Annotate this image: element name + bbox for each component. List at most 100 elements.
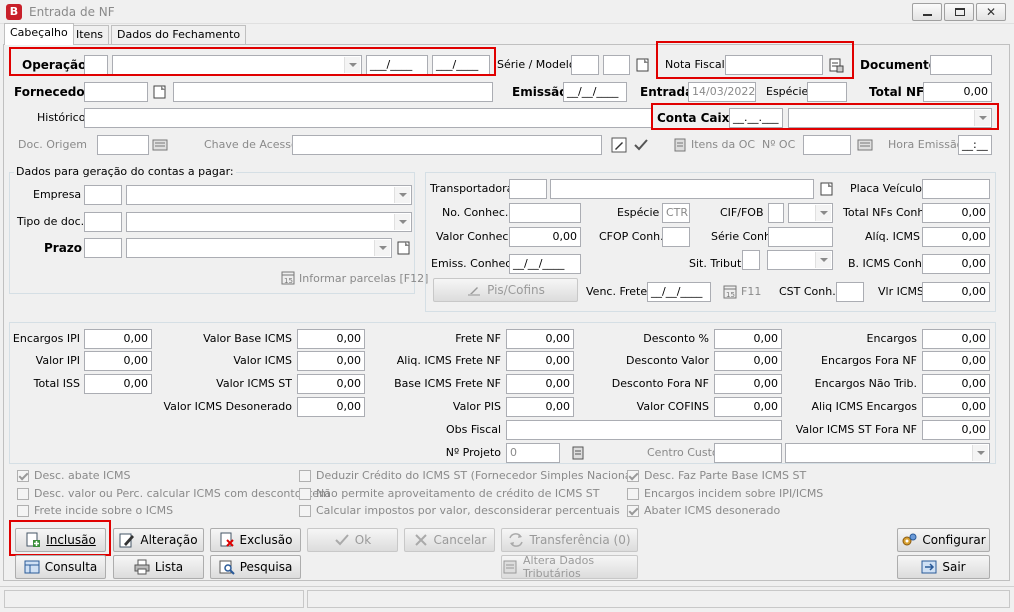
edit-icon[interactable]: [611, 137, 627, 153]
check-icon[interactable]: [633, 137, 649, 153]
b-icms-conh-input[interactable]: 0,00: [922, 254, 990, 274]
valor-icms-st-input[interactable]: 0,00: [297, 374, 365, 394]
checkbox-encargos-incidem[interactable]: Encargos incidem sobre IPI/ICMS: [627, 487, 823, 500]
especie-input[interactable]: [807, 82, 847, 102]
entrada-input[interactable]: 14/03/2022: [688, 82, 756, 102]
encargos-nao-trib-input[interactable]: 0,00: [922, 374, 990, 394]
emissao-input[interactable]: __/__/____: [563, 82, 627, 102]
encargos-input[interactable]: 0,00: [922, 329, 990, 349]
transportadora-name-input[interactable]: [550, 179, 814, 199]
informar-parcelas-label[interactable]: Informar parcelas [F12]: [299, 272, 428, 286]
pesquisa-button[interactable]: Pesquisa: [210, 555, 301, 579]
n-oc-lookup-icon[interactable]: [857, 137, 873, 153]
valor-icms-st-fora-nf-input[interactable]: 0,00: [922, 420, 990, 440]
valor-conhec-input[interactable]: 0,00: [509, 227, 581, 247]
centro-custo-combo[interactable]: [785, 443, 990, 463]
sit-tribut-combo[interactable]: [767, 250, 833, 270]
serie-input[interactable]: [571, 55, 599, 75]
doc-origem-input[interactable]: [97, 135, 149, 155]
encargos-fora-nf-input[interactable]: 0,00: [922, 351, 990, 371]
cst-conh-input[interactable]: [836, 282, 864, 302]
checkbox-deduzir-credito[interactable]: Deduzir Crédito do ICMS ST (Fornecedor S…: [299, 469, 639, 482]
n-oc-input[interactable]: [803, 135, 851, 155]
fornecedor-code-input[interactable]: [84, 82, 148, 102]
close-button[interactable]: ✕: [976, 3, 1006, 21]
transportadora-lookup-icon[interactable]: [819, 181, 835, 197]
tipo-doc-combo[interactable]: [126, 212, 412, 232]
note-icon[interactable]: [635, 57, 651, 73]
projeto-lookup-icon[interactable]: [570, 445, 586, 461]
checkbox-nao-permite-credito[interactable]: Não permite aproveitamento de crédito de…: [299, 487, 600, 500]
fornecedor-name-input[interactable]: [173, 82, 493, 102]
venc-frete-input[interactable]: __/__/____: [647, 282, 711, 302]
encargos-ipi-input[interactable]: 0,00: [84, 329, 152, 349]
transferencia-button[interactable]: Transferência (0): [501, 528, 638, 552]
valor-icms-input[interactable]: 0,00: [297, 351, 365, 371]
total-nfs-conh-input[interactable]: 0,00: [922, 203, 990, 223]
vlr-icms-input[interactable]: 0,00: [922, 282, 990, 302]
exclusao-button[interactable]: Exclusão: [210, 528, 301, 552]
historico-input[interactable]: [84, 108, 652, 128]
ok-button[interactable]: Ok: [307, 528, 398, 552]
valor-ipi-input[interactable]: 0,00: [84, 351, 152, 371]
obs-fiscal-input[interactable]: [506, 420, 782, 440]
valor-base-icms-input[interactable]: 0,00: [297, 329, 365, 349]
prazo-lookup-icon[interactable]: [396, 240, 412, 256]
doc-origem-lookup-icon[interactable]: [152, 137, 168, 153]
prazo-combo[interactable]: [126, 238, 392, 258]
consulta-button[interactable]: Consulta: [15, 555, 106, 579]
valor-pis-input[interactable]: 0,00: [506, 397, 574, 417]
total-iss-input[interactable]: 0,00: [84, 374, 152, 394]
cif-fob-combo[interactable]: [788, 203, 833, 223]
prazo-code-input[interactable]: [84, 238, 122, 258]
base-icms-frete-nf-input[interactable]: 0,00: [506, 374, 574, 394]
tab-dados-fechamento[interactable]: Dados do Fechamento: [111, 25, 247, 44]
altera-dados-tributarios-button[interactable]: Altera Dados Tributários: [501, 554, 638, 580]
n-projeto-input[interactable]: 0: [506, 443, 560, 463]
aliq-icms-input[interactable]: 0,00: [922, 227, 990, 247]
cancelar-button[interactable]: Cancelar: [404, 528, 495, 552]
aliq-icms-frete-nf-input[interactable]: 0,00: [506, 351, 574, 371]
checkbox-calcular-impostos[interactable]: Calcular impostos por valor, desconsider…: [299, 504, 620, 517]
maximize-button[interactable]: [944, 3, 974, 21]
valor-icms-desonerado-input[interactable]: 0,00: [297, 397, 365, 417]
desconto-pct-input[interactable]: 0,00: [714, 329, 782, 349]
checkbox-abater-icms-desonerado[interactable]: Abater ICMS desonerado: [627, 504, 780, 517]
documento-input[interactable]: [930, 55, 992, 75]
especie-conh-input[interactable]: CTR: [662, 203, 690, 223]
centro-custo-code-input[interactable]: [714, 443, 782, 463]
empresa-combo[interactable]: [126, 185, 412, 205]
minimize-button[interactable]: [912, 3, 942, 21]
desconto-fora-nf-input[interactable]: 0,00: [714, 374, 782, 394]
fornecedor-lookup-icon[interactable]: [152, 84, 168, 100]
checkbox-desc-abate-icms[interactable]: Desc. abate ICMS: [17, 469, 130, 482]
transportadora-code-input[interactable]: [509, 179, 547, 199]
desconto-valor-input[interactable]: 0,00: [714, 351, 782, 371]
hora-emissao-input[interactable]: __:__: [958, 135, 992, 155]
cif-fob-code-input[interactable]: [768, 203, 784, 223]
calendar-icon[interactable]: 15: [722, 284, 738, 300]
tab-itens[interactable]: Itens: [70, 25, 110, 44]
alteracao-button[interactable]: Alteração: [113, 528, 204, 552]
modelo-input[interactable]: [603, 55, 630, 75]
sair-button[interactable]: Sair: [897, 555, 990, 579]
placa-veiculo-input[interactable]: [922, 179, 990, 199]
tipo-doc-code-input[interactable]: [84, 212, 122, 232]
itens-oc-icon[interactable]: [672, 137, 688, 153]
lista-button[interactable]: Lista: [113, 555, 204, 579]
aliq-icms-encargos-input[interactable]: 0,00: [922, 397, 990, 417]
total-nf-input[interactable]: 0,00: [923, 82, 992, 102]
emiss-conhec-input[interactable]: __/__/____: [509, 254, 581, 274]
empresa-code-input[interactable]: [84, 185, 122, 205]
cfop-conh-input[interactable]: [662, 227, 690, 247]
checkbox-desc-valor-perc[interactable]: Desc. valor ou Perc. calcular ICMS com d…: [17, 487, 330, 500]
checkbox-frete-incide-icms[interactable]: Frete incide sobre o ICMS: [17, 504, 173, 517]
serie-conh-input[interactable]: [768, 227, 833, 247]
no-conhec-input[interactable]: [509, 203, 581, 223]
valor-cofins-input[interactable]: 0,00: [714, 397, 782, 417]
checkbox-desc-faz-parte[interactable]: Desc. Faz Parte Base ICMS ST: [627, 469, 806, 482]
configurar-button[interactable]: Configurar: [897, 528, 990, 552]
frete-nf-input[interactable]: 0,00: [506, 329, 574, 349]
sit-tribut-code-input[interactable]: [742, 250, 760, 270]
title-bar[interactable]: B Entrada de NF ✕: [0, 0, 1014, 24]
